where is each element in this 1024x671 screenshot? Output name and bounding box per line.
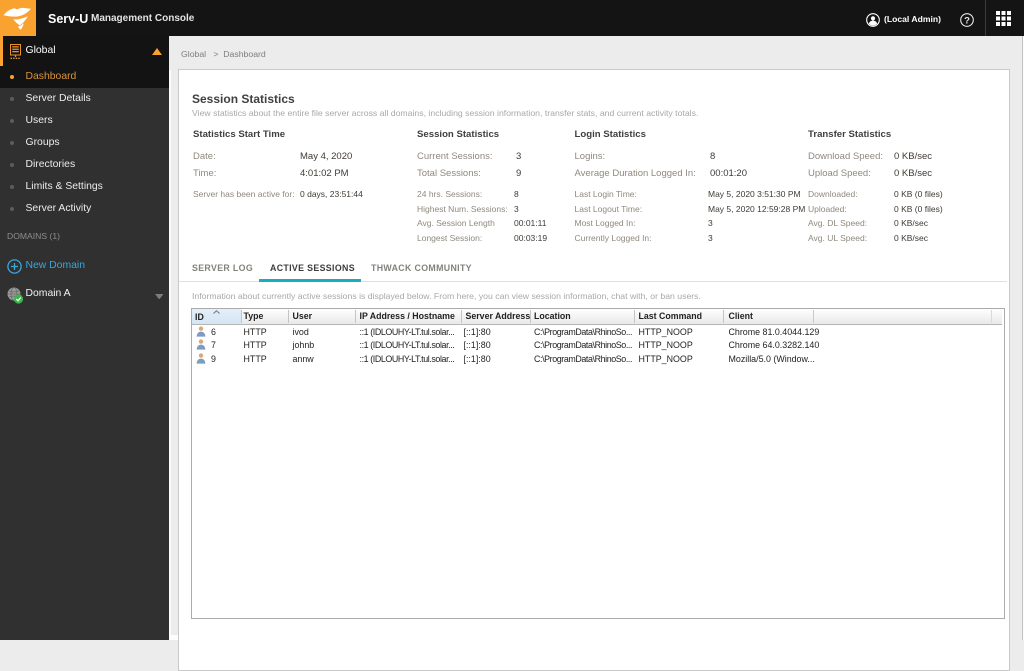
svg-text:?: ? (964, 15, 970, 26)
